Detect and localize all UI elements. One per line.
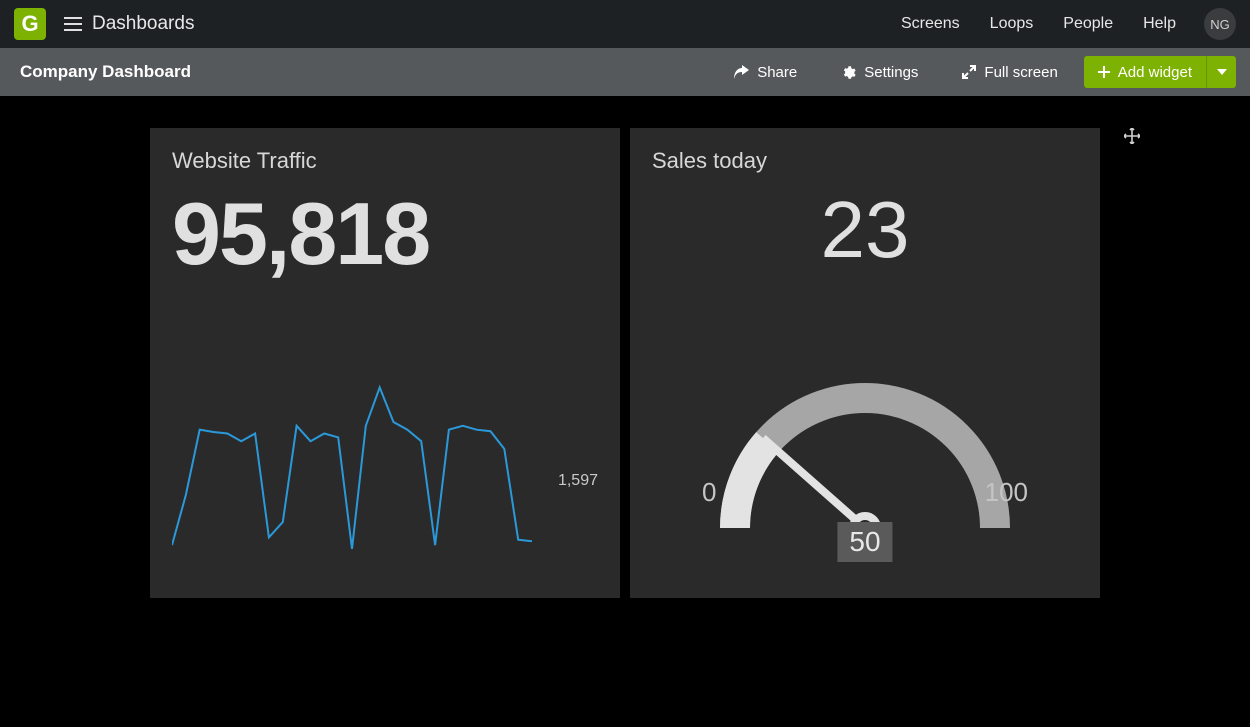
traffic-value: 95,818 xyxy=(172,190,598,278)
widget-title: Sales today xyxy=(652,148,1078,174)
add-widget-dropdown[interactable] xyxy=(1206,56,1236,88)
expand-icon xyxy=(962,65,976,79)
dashboard-toolbar: Company Dashboard Share Settings Full sc… xyxy=(0,48,1250,96)
dashboard-name: Company Dashboard xyxy=(20,62,191,82)
nav-title[interactable]: Dashboards xyxy=(92,13,194,35)
add-widget-group: Add widget xyxy=(1084,56,1236,88)
gauge-target-label: 50 xyxy=(837,522,892,562)
add-widget-label: Add widget xyxy=(1118,64,1192,81)
share-icon xyxy=(733,65,749,79)
gauge-min-label: 0 xyxy=(702,477,716,508)
widget-title: Website Traffic xyxy=(172,148,598,174)
fullscreen-button[interactable]: Full screen xyxy=(962,64,1057,81)
add-widget-button[interactable]: Add widget xyxy=(1084,56,1206,88)
share-label: Share xyxy=(757,64,797,81)
nav-link-help[interactable]: Help xyxy=(1143,15,1176,33)
avatar[interactable]: NG xyxy=(1204,8,1236,40)
widget-sales-today[interactable]: Sales today 23 0 100 50 xyxy=(630,128,1100,598)
brand-logo[interactable]: G xyxy=(14,8,46,40)
sparkline-chart xyxy=(172,372,552,572)
nav-link-loops[interactable]: Loops xyxy=(990,15,1034,33)
gauge: 0 100 50 xyxy=(630,348,1100,578)
gauge-max-label: 100 xyxy=(985,477,1028,508)
dashboard-canvas: Website Traffic 95,818 1,597 Sales today… xyxy=(0,96,1250,598)
hamburger-icon[interactable] xyxy=(64,17,82,31)
sales-value: 23 xyxy=(652,190,1078,270)
fullscreen-label: Full screen xyxy=(984,64,1057,81)
plus-icon xyxy=(1098,66,1110,78)
widget-website-traffic[interactable]: Website Traffic 95,818 1,597 xyxy=(150,128,620,598)
move-handle-icon[interactable] xyxy=(1124,128,1140,149)
nav-link-screens[interactable]: Screens xyxy=(901,15,960,33)
settings-label: Settings xyxy=(864,64,918,81)
traffic-sparkline: 1,597 xyxy=(172,372,598,572)
settings-button[interactable]: Settings xyxy=(841,64,918,81)
share-button[interactable]: Share xyxy=(733,64,797,81)
chevron-down-icon xyxy=(1217,69,1227,75)
top-nav: G Dashboards Screens Loops People Help N… xyxy=(0,0,1250,48)
nav-link-people[interactable]: People xyxy=(1063,15,1113,33)
gauge-range-labels: 0 100 xyxy=(630,477,1100,508)
gear-icon xyxy=(841,65,856,80)
nav-links: Screens Loops People Help NG xyxy=(871,8,1236,40)
sparkline-last-label: 1,597 xyxy=(558,472,598,490)
